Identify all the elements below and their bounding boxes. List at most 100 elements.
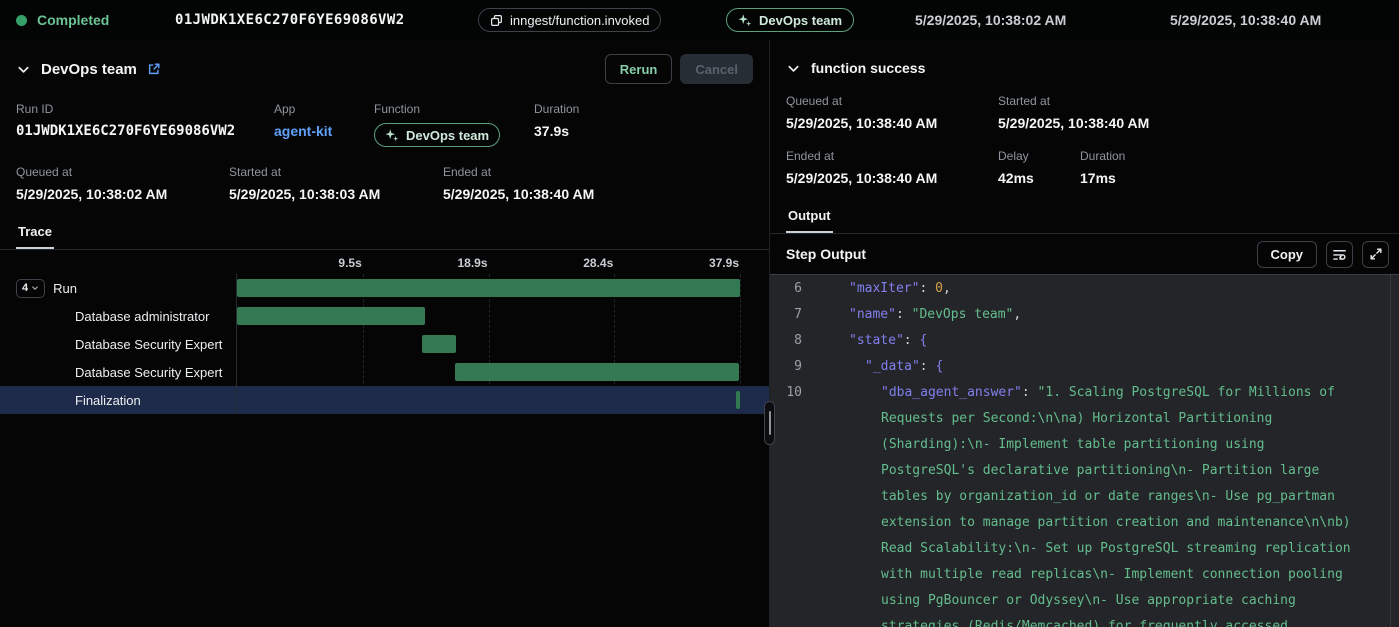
trace-row[interactable]: 4 Run	[0, 274, 769, 302]
field-queued-at: Queued at 5/29/2025, 10:38:02 AM	[16, 165, 229, 202]
trace-rows: 4 Run Database administrator Database Secur…	[0, 274, 769, 414]
trace-span-bar[interactable]	[237, 279, 740, 297]
trace-row-track	[237, 302, 740, 330]
step-header: function success	[770, 40, 1399, 76]
code-token-key: "_data"	[865, 359, 920, 374]
sparkle-icon	[738, 13, 752, 27]
copy-button[interactable]: Copy	[1257, 241, 1318, 268]
field-value: 5/29/2025, 10:38:40 AM	[998, 115, 1149, 131]
trace-row-label-cell: Database Security Expert	[0, 358, 237, 386]
field-value: 5/29/2025, 10:38:03 AM	[229, 186, 443, 202]
function-badge[interactable]: DevOps team	[374, 123, 500, 147]
code-line: 9"_data": {	[770, 354, 1399, 380]
topbar-run-id: 01JWDK1XE6C270F6YE69086VW2	[175, 12, 405, 28]
trace-row[interactable]: Database administrator	[0, 302, 769, 330]
code-content: "dba_agent_answer": "1. Scaling PostgreS…	[817, 380, 1399, 627]
function-badge-label: DevOps team	[759, 13, 842, 28]
trace-row-track	[237, 386, 740, 414]
code-token-key: "name"	[849, 307, 896, 322]
external-link-icon[interactable]	[147, 62, 161, 76]
run-fields-row-1: Run ID 01JWDK1XE6C270F6YE69086VW2 App ag…	[0, 102, 769, 147]
trace-span-bar[interactable]	[736, 391, 740, 409]
topbar: Completed 01JWDK1XE6C270F6YE69086VW2 inn…	[0, 0, 1399, 40]
field-value: 5/29/2025, 10:38:40 AM	[786, 115, 998, 131]
code-line: 8"state": {	[770, 328, 1399, 354]
field-queued-at: Queued at 5/29/2025, 10:38:40 AM	[786, 94, 998, 131]
chevron-down-icon[interactable]	[786, 61, 801, 76]
tab-output[interactable]: Output	[786, 202, 833, 233]
run-details-panel: DevOps team Rerun Cancel Run ID 01JWDK1X…	[0, 40, 770, 627]
field-run-id: Run ID 01JWDK1XE6C270F6YE69086VW2	[16, 102, 274, 147]
step-fields-row-2: Ended at 5/29/2025, 10:38:40 AM Delay 42…	[770, 149, 1399, 186]
trace-row[interactable]: Finalization	[0, 386, 769, 414]
code-content: "_data": {	[817, 354, 1399, 380]
field-label: Ended at	[786, 149, 998, 163]
run-header: DevOps team Rerun Cancel	[0, 40, 769, 84]
trace-body: 4 Run Database administrator Database Secur…	[0, 274, 769, 414]
code-content: "state": {	[817, 328, 1399, 354]
topbar-end-time: 5/29/2025, 10:38:40 AM	[1170, 12, 1321, 28]
word-wrap-button[interactable]	[1326, 241, 1353, 268]
field-value: 42ms	[998, 170, 1080, 186]
code-token-brace: {	[919, 333, 927, 348]
trace-row-label: Database administrator	[75, 309, 209, 324]
trace-row-label-cell: Database administrator	[0, 302, 237, 330]
axis-tick-label: 9.5s	[338, 256, 362, 270]
field-label: App	[274, 102, 374, 116]
field-label: Run ID	[16, 102, 274, 116]
line-number: 7	[770, 302, 817, 328]
function-badge-topbar[interactable]: DevOps team	[726, 8, 854, 32]
trace-row-label: Run	[53, 281, 77, 296]
field-started-at: Started at 5/29/2025, 10:38:03 AM	[229, 165, 443, 202]
code-token-key: "dba_agent_answer"	[881, 385, 1022, 400]
code-token-p: :	[919, 281, 935, 296]
trace-row-label-cell: 4 Run	[0, 274, 237, 302]
line-number: 6	[770, 276, 817, 302]
code-content: "name": "DevOps team",	[817, 302, 1399, 328]
panel-resize-handle[interactable]	[764, 401, 775, 445]
code-token-p: :	[904, 333, 920, 348]
axis-tick-label: 18.9s	[457, 256, 488, 270]
code-token-str: "1. Scaling PostgreSQL for Millions of R…	[881, 385, 1358, 627]
sparkle-icon	[385, 128, 399, 142]
event-badge[interactable]: inngest/function.invoked	[478, 8, 661, 32]
field-value: 5/29/2025, 10:38:02 AM	[16, 186, 229, 202]
tab-trace[interactable]: Trace	[16, 218, 54, 249]
trace-span-bar[interactable]	[422, 335, 457, 353]
trace-span-bar[interactable]	[455, 363, 739, 381]
field-duration: Duration 17ms	[1080, 149, 1125, 186]
event-icon	[490, 14, 503, 27]
trace-span-bar[interactable]	[237, 307, 425, 325]
trace-row[interactable]: Database Security Expert	[0, 358, 769, 386]
step-count-dropdown[interactable]: 4	[16, 279, 45, 298]
cancel-button[interactable]: Cancel	[680, 54, 753, 84]
code-line: 6"maxIter": 0,	[770, 276, 1399, 302]
status-label: Completed	[37, 12, 109, 28]
rerun-button[interactable]: Rerun	[605, 54, 673, 84]
code-token-p: :	[1022, 385, 1038, 400]
step-fields-row-1: Queued at 5/29/2025, 10:38:40 AM Started…	[770, 94, 1399, 131]
trace-row[interactable]: Database Security Expert	[0, 330, 769, 358]
field-label: Ended at	[443, 165, 594, 179]
chevron-down-icon	[31, 284, 39, 292]
field-ended-at: Ended at 5/29/2025, 10:38:40 AM	[786, 149, 998, 186]
code-viewer[interactable]: 6"maxIter": 0,7"name": "DevOps team",8"s…	[770, 274, 1399, 627]
topbar-start-time: 5/29/2025, 10:38:02 AM	[915, 12, 1066, 28]
field-ended-at: Ended at 5/29/2025, 10:38:40 AM	[443, 165, 594, 202]
trace-axis-ticks: 9.5s18.9s28.4s37.9s	[237, 252, 740, 274]
step-tabs: Output	[770, 202, 1399, 234]
function-badge-label: DevOps team	[406, 128, 489, 143]
trace-row-track	[237, 330, 740, 358]
chevron-down-icon[interactable]	[16, 62, 31, 77]
step-count-value: 4	[22, 282, 28, 294]
app-link[interactable]: agent-kit	[274, 123, 374, 139]
line-number: 9	[770, 354, 817, 380]
code-lines: 6"maxIter": 0,7"name": "DevOps team",8"s…	[770, 276, 1399, 627]
expand-button[interactable]	[1362, 241, 1389, 268]
trace-row-label-cell: Database Security Expert	[0, 330, 237, 358]
main-split: DevOps team Rerun Cancel Run ID 01JWDK1X…	[0, 40, 1399, 627]
field-value: 17ms	[1080, 170, 1125, 186]
axis-tick-label: 28.4s	[583, 256, 614, 270]
field-value: 01JWDK1XE6C270F6YE69086VW2	[16, 123, 274, 139]
field-delay: Delay 42ms	[998, 149, 1080, 186]
